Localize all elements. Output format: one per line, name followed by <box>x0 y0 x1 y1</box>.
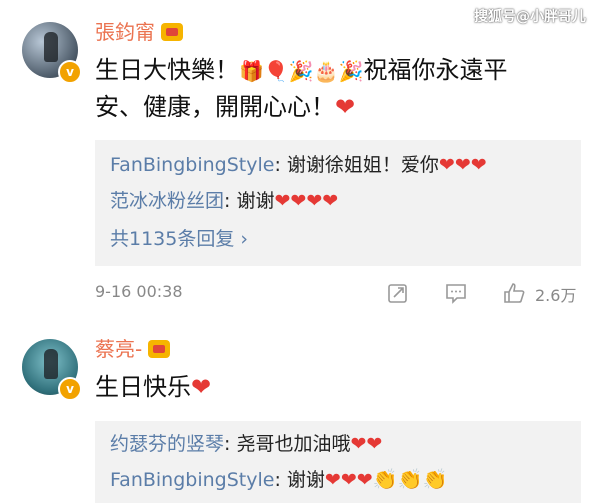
comment-item: v 蔡亮- 生日快乐❤ 约瑟芬的竖琴: 尧哥也加油哦❤❤ FanBingbing… <box>0 325 600 503</box>
reply-username[interactable]: FanBingbingStyle <box>110 154 274 176</box>
like-count: 2.6万 <box>535 286 577 305</box>
comment-icon[interactable] <box>445 282 467 304</box>
heart-icon: ❤❤ <box>350 433 383 455</box>
crown-icon <box>161 23 183 41</box>
reply-item: FanBingbingStyle: 谢谢徐姐姐！爱你❤❤❤ <box>110 154 487 176</box>
comment-time: 9-16 00:38 <box>95 282 183 301</box>
heart-icon: ❤ <box>191 373 212 401</box>
reply-item: 约瑟芬的竖琴: 尧哥也加油哦❤❤ <box>110 433 383 455</box>
reply-item: 范冰冰粉丝团: 谢谢❤❤❤❤ <box>110 190 339 212</box>
heart-icon: ❤❤❤ <box>438 154 487 176</box>
heart-icon: ❤❤❤ <box>324 469 373 491</box>
party-emoji: 🎁🎈🎉🎂🎉 <box>239 59 364 83</box>
heart-icon: ❤❤❤❤ <box>274 190 339 212</box>
more-replies-link[interactable]: 共1135条回复 › <box>110 224 248 251</box>
reply-item: FanBingbingStyle: 谢谢❤❤❤👏👏👏 <box>110 467 448 491</box>
reply-box: 约瑟芬的竖琴: 尧哥也加油哦❤❤ FanBingbingStyle: 谢谢❤❤❤… <box>95 421 581 503</box>
verified-badge-icon: v <box>58 60 82 84</box>
reply-username[interactable]: 范冰冰粉丝团 <box>110 190 224 212</box>
share-icon[interactable] <box>387 282 409 304</box>
comment-item: v 張鈞甯 生日大快樂！🎁🎈🎉🎂🎉祝福你永遠平 安、健康，開開心心！❤ FanB… <box>0 0 600 318</box>
like-icon[interactable] <box>503 282 525 304</box>
reply-username[interactable]: FanBingbingStyle <box>110 469 274 491</box>
crown-icon <box>148 340 171 358</box>
comment-username[interactable]: 蔡亮- <box>95 333 171 362</box>
reply-box: FanBingbingStyle: 谢谢徐姐姐！爱你❤❤❤ 范冰冰粉丝团: 谢谢… <box>95 140 581 266</box>
comment-body: 生日快乐❤ <box>95 373 212 401</box>
clap-emoji: 👏👏👏 <box>372 467 448 491</box>
comment-username[interactable]: 張鈞甯 <box>95 16 183 45</box>
heart-icon: ❤ <box>335 93 356 121</box>
comment-footer: 9-16 00:38 2.6万 <box>95 282 595 306</box>
verified-badge-icon: v <box>58 377 82 401</box>
comment-body: 生日大快樂！🎁🎈🎉🎂🎉祝福你永遠平 安、健康，開開心心！❤ <box>95 56 508 121</box>
reply-username[interactable]: 约瑟芬的竖琴 <box>110 433 224 455</box>
